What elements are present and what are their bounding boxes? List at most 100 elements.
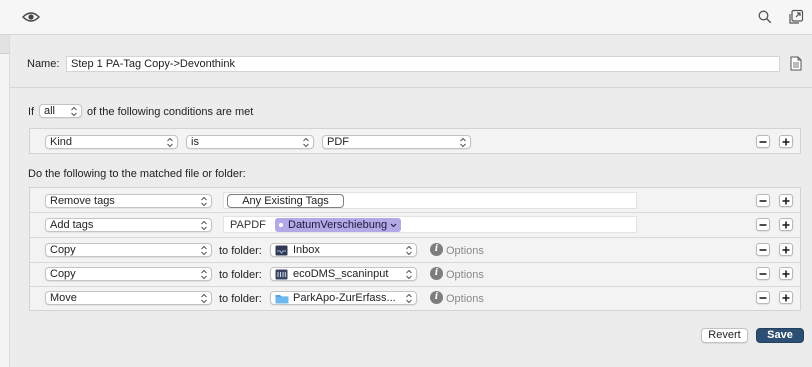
tag-token-datum[interactable]: DatumVerschiebung	[275, 218, 402, 232]
window-toolbar	[0, 0, 812, 35]
action-type-popup[interactable]: Add tags	[45, 218, 212, 232]
action-type-value: Remove tags	[50, 195, 115, 207]
chevron-updown-icon	[303, 137, 309, 148]
conditions-suffix-label: of the following conditions are met	[87, 106, 254, 118]
add-action-button[interactable]	[779, 267, 793, 280]
add-action-button[interactable]	[779, 291, 793, 304]
conditions-list: Kind is PDF	[29, 128, 801, 154]
actions-list: Remove tags Any Existing Tags Add tags P…	[29, 187, 801, 311]
chevron-updown-icon	[201, 269, 207, 280]
document-icon[interactable]	[790, 56, 802, 71]
folder-popup[interactable]: ParkApo-ZurErfass...	[270, 291, 417, 305]
condition-value-popup[interactable]: PDF	[322, 135, 471, 149]
open-external-icon[interactable]	[786, 7, 806, 27]
remove-action-button[interactable]	[756, 194, 770, 207]
chevron-updown-icon	[201, 220, 207, 231]
chevron-updown-icon	[201, 245, 207, 256]
chevron-updown-icon	[167, 137, 173, 148]
minus-icon	[759, 249, 767, 251]
action-type-popup[interactable]: Copy	[45, 267, 212, 281]
plus-icon	[782, 270, 790, 278]
condition-attribute-popup[interactable]: Kind	[45, 135, 178, 149]
tag-token-label: DatumVerschiebung	[288, 219, 388, 231]
add-action-button[interactable]	[779, 218, 793, 231]
folder-icon	[275, 295, 289, 304]
chevron-updown-icon	[406, 245, 412, 256]
action-row: Copy to folder: ecoDMS_scaninput i Optio…	[30, 262, 800, 287]
remove-action-button[interactable]	[756, 291, 770, 304]
action-row: Add tags PAPDF DatumVerschiebung	[30, 213, 800, 238]
options-label[interactable]: Options	[446, 269, 484, 281]
remove-action-button[interactable]	[756, 243, 770, 256]
action-row: Copy to folder: Inbox i Options	[30, 238, 800, 263]
folder-name: ParkApo-ZurErfass...	[293, 292, 396, 304]
action-row: Move to folder: ParkApo-ZurErfass... i O…	[30, 286, 800, 310]
action-type-value: Copy	[50, 244, 76, 256]
plus-icon	[782, 294, 790, 302]
remove-tags-field[interactable]: Any Existing Tags	[223, 192, 637, 209]
info-icon[interactable]: i	[430, 267, 443, 280]
save-button[interactable]: Save	[756, 328, 804, 343]
info-icon[interactable]: i	[430, 291, 443, 304]
add-condition-button[interactable]	[779, 135, 793, 148]
search-icon[interactable]	[755, 7, 775, 27]
condition-operator-value: is	[191, 136, 199, 148]
folder-name: Inbox	[293, 244, 320, 256]
action-type-value: Copy	[50, 268, 76, 280]
tag-prefix-text: PAPDF	[230, 219, 266, 231]
plus-icon	[782, 138, 790, 146]
options-label[interactable]: Options	[446, 245, 484, 257]
info-icon[interactable]: i	[430, 243, 443, 256]
condition-attribute-value: Kind	[50, 136, 73, 148]
to-folder-label: to folder:	[219, 293, 262, 305]
action-type-value: Move	[50, 292, 77, 304]
to-folder-label: to folder:	[219, 269, 262, 281]
tag-token[interactable]: Any Existing Tags	[227, 194, 344, 208]
remove-action-button[interactable]	[756, 267, 770, 280]
tag-dot-icon	[279, 223, 283, 228]
action-type-popup[interactable]: Copy	[45, 243, 212, 257]
eye-icon[interactable]	[21, 7, 41, 27]
if-label: If	[28, 106, 35, 118]
plus-icon	[782, 246, 790, 254]
action-row: Remove tags Any Existing Tags	[30, 188, 800, 213]
minus-icon	[759, 200, 767, 202]
sidebar-header	[0, 35, 9, 54]
remove-condition-button[interactable]	[756, 135, 770, 148]
name-label: Name:	[27, 58, 60, 70]
chevron-updown-icon	[406, 269, 412, 280]
minus-icon	[759, 141, 767, 143]
chevron-updown-icon	[201, 293, 207, 304]
minus-icon	[759, 273, 767, 275]
options-label[interactable]: Options	[446, 293, 484, 305]
condition-row: Kind is PDF	[30, 129, 800, 153]
folder-popup[interactable]: ecoDMS_scaninput	[270, 267, 417, 281]
add-action-button[interactable]	[779, 194, 793, 207]
chevron-updown-icon	[71, 106, 77, 117]
to-folder-label: to folder:	[219, 245, 262, 257]
condition-value-text: PDF	[327, 136, 349, 148]
chevron-updown-icon	[201, 196, 207, 207]
inbox-tray-icon	[275, 245, 288, 256]
revert-button[interactable]: Revert	[701, 328, 748, 343]
chevron-updown-icon	[460, 137, 466, 148]
folder-name: ecoDMS_scaninput	[293, 268, 389, 280]
actions-heading: Do the following to the matched file or …	[28, 168, 246, 180]
remove-action-button[interactable]	[756, 218, 770, 231]
add-action-button[interactable]	[779, 243, 793, 256]
action-type-popup[interactable]: Remove tags	[45, 194, 212, 208]
condition-operator-popup[interactable]: is	[186, 135, 314, 149]
add-tags-field[interactable]: PAPDF DatumVerschiebung	[223, 216, 637, 233]
folder-popup[interactable]: Inbox	[270, 243, 417, 257]
action-type-popup[interactable]: Move	[45, 291, 212, 305]
plus-icon	[782, 197, 790, 205]
minus-icon	[759, 297, 767, 299]
rule-name-field[interactable]: Step 1 PA-Tag Copy->Devonthink	[66, 56, 780, 72]
section-divider	[10, 87, 812, 88]
quantifier-popup[interactable]: all	[39, 104, 82, 118]
action-type-value: Add tags	[50, 219, 94, 231]
plus-icon	[782, 221, 790, 229]
quantifier-value: all	[44, 105, 56, 117]
chevron-updown-icon	[406, 293, 412, 304]
chevron-down-icon	[390, 223, 397, 227]
